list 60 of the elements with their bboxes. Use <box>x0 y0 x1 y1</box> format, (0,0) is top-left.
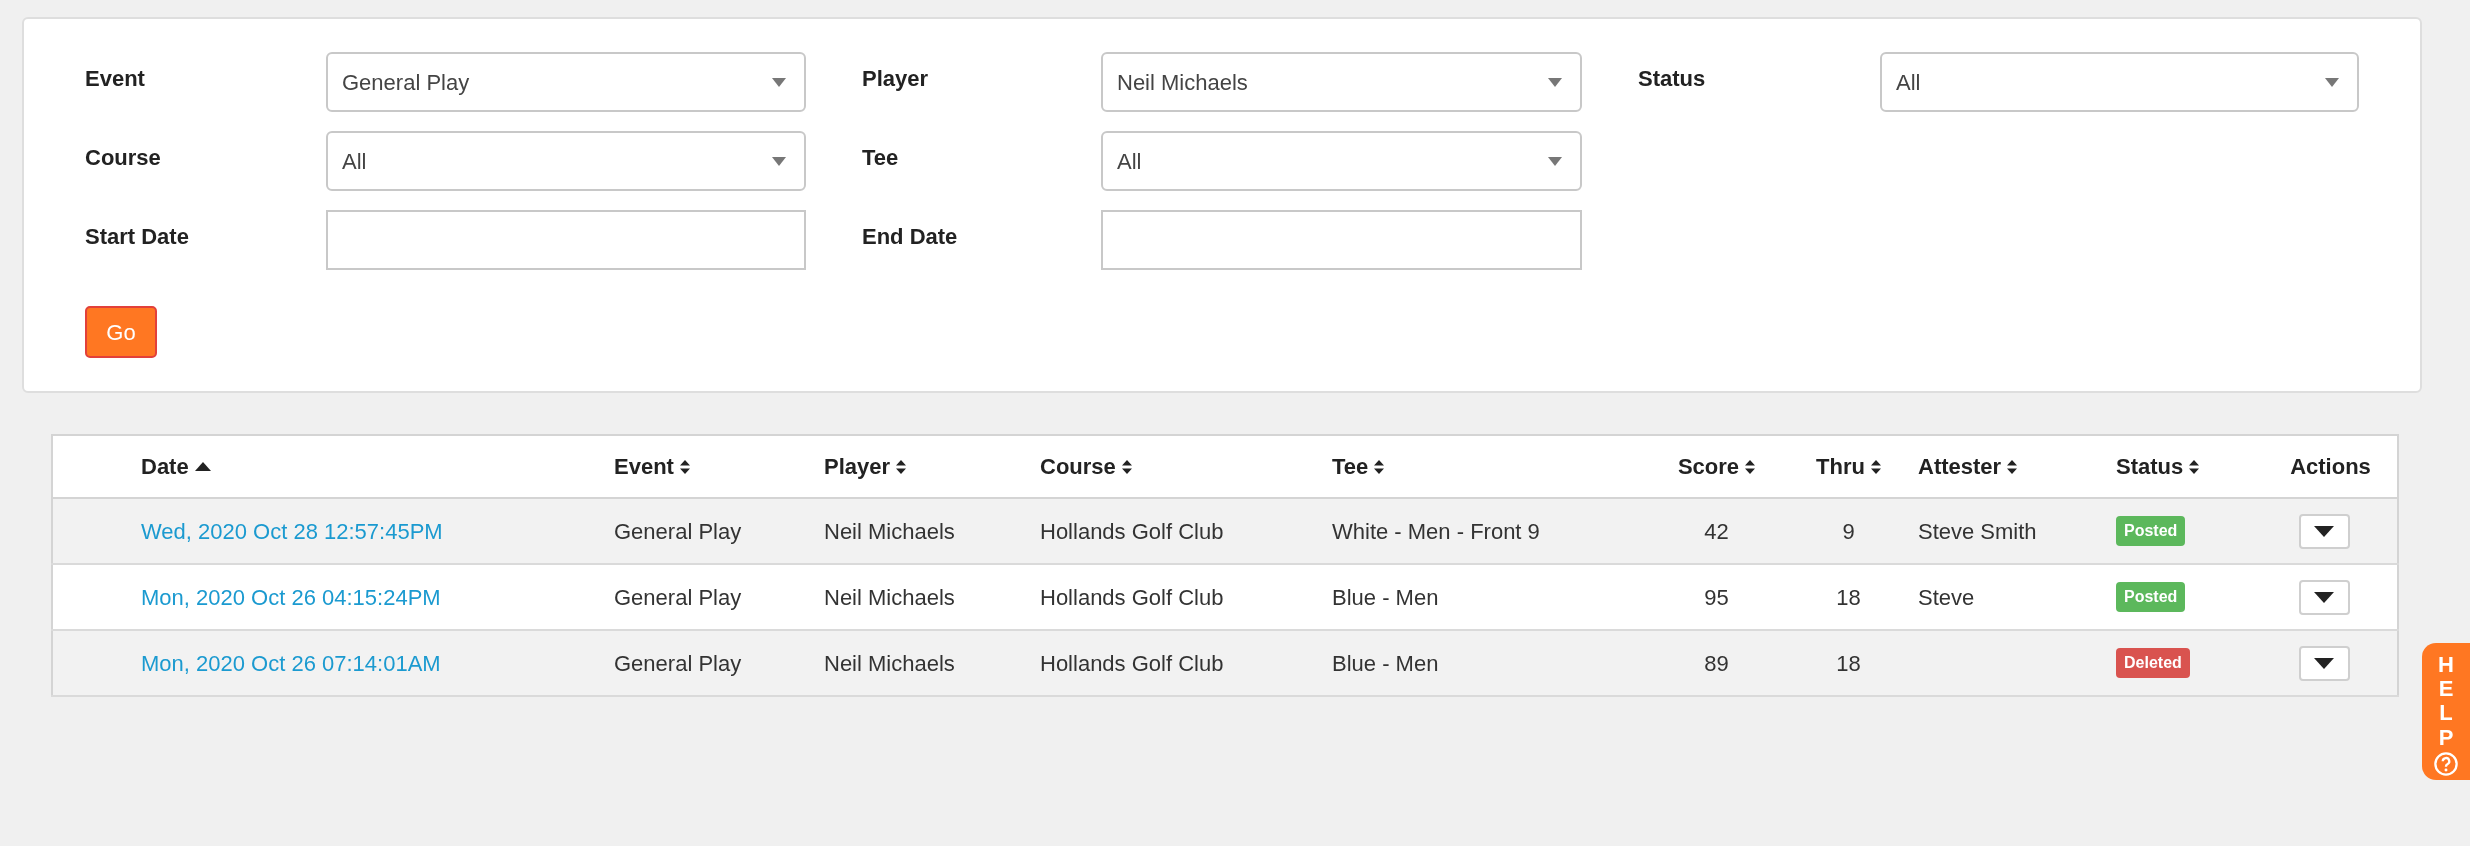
table-cell: Blue - Men <box>1332 584 1439 610</box>
table-cell: General Play <box>614 584 742 610</box>
caret-icon <box>2325 77 2339 87</box>
field-label: Start Date <box>85 223 190 251</box>
status-badge: Posted <box>2116 516 2186 546</box>
column-header[interactable]: Player <box>824 450 907 483</box>
table-cell: General Play <box>614 518 742 544</box>
table-cell: 18 <box>1836 584 1861 610</box>
table-cell: Neil Michaels <box>824 584 955 610</box>
status-badge: Posted <box>2116 582 2186 612</box>
column-header[interactable]: Course <box>1040 450 1132 483</box>
table-cell: 9 <box>1842 518 1855 544</box>
field-label: Player <box>862 65 930 93</box>
dropdown[interactable]: All <box>1880 52 2359 112</box>
field-label: Course <box>85 144 162 172</box>
caret-icon <box>2314 591 2334 603</box>
table-cell: General Play <box>614 650 742 676</box>
table-cell: 89 <box>1704 650 1729 676</box>
column-header[interactable]: Event <box>614 450 690 483</box>
table-cell: 42 <box>1704 518 1729 544</box>
table-cell: Hollands Golf Club <box>1040 650 1224 676</box>
field-label: Event <box>85 65 146 93</box>
field-label: Tee <box>862 144 900 172</box>
date-input[interactable] <box>1101 210 1582 270</box>
status-badge: Deleted <box>2116 648 2190 678</box>
column-header: Actions <box>2290 453 2371 481</box>
table-cell: 95 <box>1704 584 1729 610</box>
actions-dropdown-button[interactable] <box>2298 513 2350 549</box>
column-header[interactable]: Score <box>1677 450 1756 483</box>
caret-icon <box>1548 77 1562 87</box>
caret-icon <box>2314 657 2334 669</box>
table-cell: Hollands Golf Club <box>1040 518 1224 544</box>
field-label: End Date <box>862 223 959 251</box>
column-header[interactable]: Tee <box>1332 450 1385 483</box>
column-header[interactable]: Thru <box>1816 450 1881 483</box>
column-header[interactable]: Date <box>141 450 211 483</box>
field-label: Status <box>1638 65 1707 93</box>
table-cell: Hollands Golf Club <box>1040 584 1224 610</box>
caret-icon <box>772 156 786 166</box>
table-cell: White - Men - Front 9 <box>1332 518 1540 544</box>
table-cell: Neil Michaels <box>824 650 955 676</box>
dropdown[interactable]: General Play <box>326 52 806 112</box>
actions-dropdown-button[interactable] <box>2298 579 2350 615</box>
dropdown[interactable]: Neil Michaels <box>1101 52 1582 112</box>
help-label: HELP <box>2437 653 2455 750</box>
dropdown[interactable]: All <box>326 131 806 191</box>
table-cell: Neil Michaels <box>824 518 955 544</box>
caret-icon <box>2314 525 2334 537</box>
table-cell: 18 <box>1836 650 1861 676</box>
dropdown[interactable]: All <box>1101 131 1582 191</box>
question-circle-icon <box>2434 751 2458 776</box>
actions-dropdown-button[interactable] <box>2298 645 2350 681</box>
column-header[interactable]: Attester <box>1918 450 2018 483</box>
column-header[interactable]: Status <box>2116 450 2200 483</box>
table-cell: Blue - Men <box>1332 650 1439 676</box>
caret-icon <box>772 77 786 87</box>
table-cell: Steve Smith <box>1918 518 2037 544</box>
date-input[interactable] <box>326 210 806 270</box>
table-cell: Steve <box>1918 584 1975 610</box>
caret-icon <box>1548 156 1562 166</box>
